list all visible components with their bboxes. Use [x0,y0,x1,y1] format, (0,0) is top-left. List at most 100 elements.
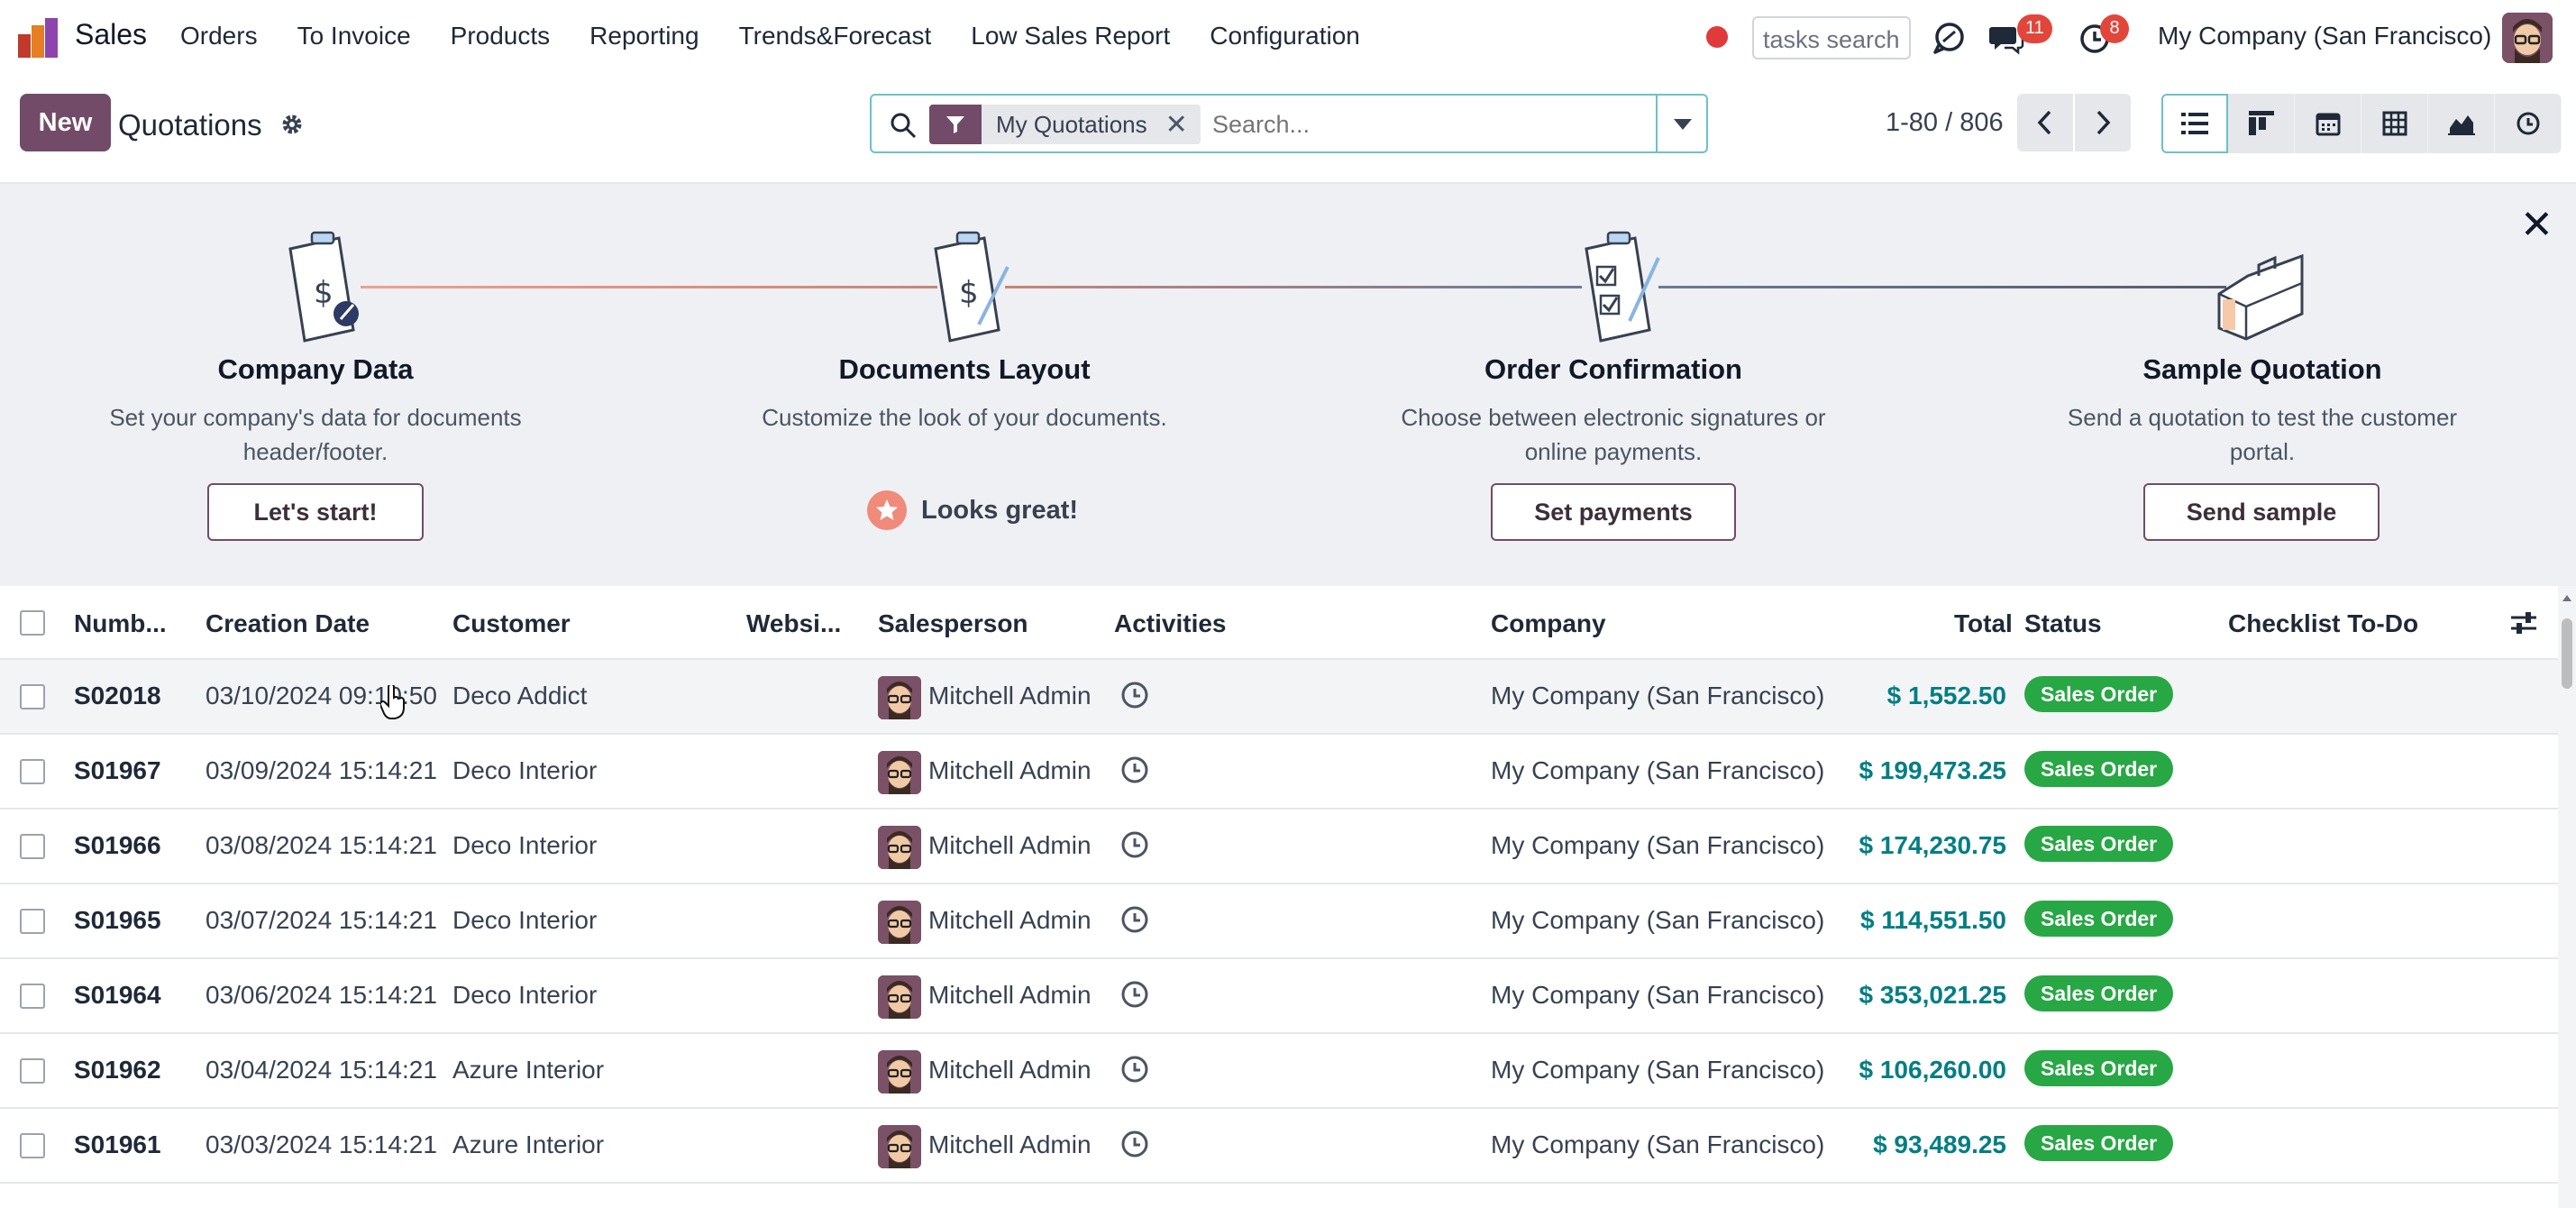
column-status[interactable]: Status [2024,609,2102,638]
menu-low-sales-report[interactable]: Low Sales Report [971,22,1170,50]
column-activities[interactable]: Activities [1114,609,1227,638]
column-website[interactable]: Websi... [746,609,841,638]
activity-clock-icon[interactable] [1119,979,1150,1010]
order-total: $ 93,489.25 [1873,1130,2006,1158]
search-divider [1656,96,1658,151]
order-number: S01966 [74,831,161,859]
lets-start-button[interactable]: Let's start! [207,483,424,541]
row-checkbox[interactable] [20,834,45,859]
pager-value[interactable]: 1-80 / 806 [1886,108,2004,138]
menu-trends-forecast[interactable]: Trends&Forecast [739,22,932,50]
vertical-scrollbar[interactable] [2558,586,2576,1208]
activity-clock-icon[interactable] [1119,829,1150,860]
step-title: Company Data [217,353,414,385]
activity-clock-icon[interactable] [1119,1054,1150,1084]
pager-previous-button[interactable] [2017,94,2073,151]
recording-indicator-icon[interactable] [1706,26,1728,48]
order-total: $ 353,021.25 [1859,981,2007,1009]
search-bar[interactable]: My Quotations ✕ [870,94,1708,153]
new-button[interactable]: New [20,94,111,151]
customer-name: Deco Addict [452,682,588,709]
column-customer[interactable]: Customer [452,609,571,638]
column-company[interactable]: Company [1491,609,1606,638]
column-checklist[interactable]: Checklist To-Do [2228,609,2418,638]
step-description-line: online payments. [1524,438,1703,465]
kanban-icon [2248,111,2274,135]
remove-facet-close-icon[interactable]: ✕ [1165,109,1201,141]
row-checkbox[interactable] [20,909,45,934]
company-name: My Company (San Francisco) [1491,1056,1825,1084]
row-checkbox[interactable] [20,759,45,784]
graph-view-button[interactable] [2428,94,2495,153]
invoice-clipboard-icon: $ [288,231,359,343]
activities-badge: 8 [2100,14,2129,43]
scroll-up-arrow-icon[interactable] [2562,593,2572,602]
pivot-view-button[interactable] [2361,94,2428,153]
table-row[interactable]: S01967 03/09/2024 15:14:21 Deco Interior Mi… [0,735,2560,810]
search-options-toggle-icon[interactable] [1674,119,1692,130]
app-name[interactable]: Sales [75,18,147,51]
calendar-view-button[interactable] [2295,94,2361,153]
column-number[interactable]: Numb... [74,609,167,638]
activity-clock-icon[interactable] [1119,680,1150,710]
activity-clock-icon[interactable] [1119,755,1150,785]
status-badge: Sales Order [2024,1125,2174,1161]
menu-products[interactable]: Products [451,22,551,50]
table-row[interactable]: S01961 03/03/2024 15:14:21 Azure Interior M… [0,1109,2560,1184]
optional-columns-sliders-icon[interactable] [2509,609,2538,636]
onboarding-panel: ✕ $ Company Data Set your company's data… [0,184,2576,586]
search-input[interactable] [1212,106,1618,142]
select-all-checkbox[interactable] [20,610,45,636]
list-icon [2181,113,2208,134]
table-row[interactable]: S01966 03/08/2024 15:14:21 Deco Interior Mi… [0,810,2560,884]
column-salesperson[interactable]: Salesperson [878,609,1028,638]
close-icon[interactable]: ✕ [2520,202,2553,248]
column-creation-date[interactable]: Creation Date [206,609,370,638]
page-title[interactable]: Quotations [118,108,262,142]
company-switcher[interactable]: My Company (San Francisco) [2158,22,2491,50]
tasks-search-input[interactable]: tasks search [1752,16,1911,59]
search-facet[interactable]: My Quotations ✕ [929,105,1201,144]
send-sample-button[interactable]: Send sample [2143,483,2380,541]
facet-label: My Quotations [996,110,1147,138]
table-row[interactable]: S01962 03/04/2024 15:14:21 Azure Interior M… [0,1034,2560,1109]
menu-reporting[interactable]: Reporting [589,22,699,50]
column-total[interactable]: Total [1954,609,2013,638]
activity-view-button[interactable] [2495,94,2562,153]
user-avatar[interactable] [2502,13,2553,63]
status-badge: Sales Order [2024,975,2174,1011]
calendar-icon [2316,113,2340,136]
set-payments-button[interactable]: Set payments [1491,483,1736,541]
menu-orders[interactable]: Orders [180,22,258,50]
row-checkbox[interactable] [20,1133,45,1158]
gear-icon[interactable] [279,112,305,137]
salesperson-name: Mitchell Admin [928,682,1092,709]
customer-name: Deco Interior [452,906,598,934]
activity-clock-icon[interactable] [1119,1129,1150,1159]
pager-next-button[interactable] [2075,94,2131,151]
menu-configuration[interactable]: Configuration [1210,22,1360,50]
filter-icon [929,105,982,144]
kanban-view-button[interactable] [2228,94,2295,153]
company-name: My Company (San Francisco) [1491,1130,1825,1158]
salesperson-avatar [878,676,921,719]
step-description-line: Customize the look of your documents. [762,404,1167,431]
area-chart-icon [2447,115,2475,135]
company-name: My Company (San Francisco) [1491,831,1825,859]
table-row[interactable]: S01964 03/06/2024 15:14:21 Deco Interior Mi… [0,959,2560,1034]
customer-name: Deco Interior [452,981,598,1009]
row-checkbox[interactable] [20,984,45,1009]
salesperson-name: Mitchell Admin [928,831,1092,859]
activity-clock-icon[interactable] [1119,904,1150,935]
sales-app-icon[interactable] [16,16,61,59]
status-badge: Sales Order [2024,901,2174,937]
scrollbar-thumb[interactable] [2562,618,2572,689]
row-checkbox[interactable] [20,1058,45,1084]
list-view-button[interactable] [2161,94,2228,153]
order-total: $ 1,552.50 [1886,682,2006,709]
order-number: S01965 [74,906,161,934]
row-checkbox[interactable] [20,684,45,709]
chat-bubble-icon[interactable] [1931,20,1967,56]
table-row[interactable]: S01965 03/07/2024 15:14:21 Deco Interior Mi… [0,884,2560,959]
menu-to-invoice[interactable]: To Invoice [297,22,411,50]
